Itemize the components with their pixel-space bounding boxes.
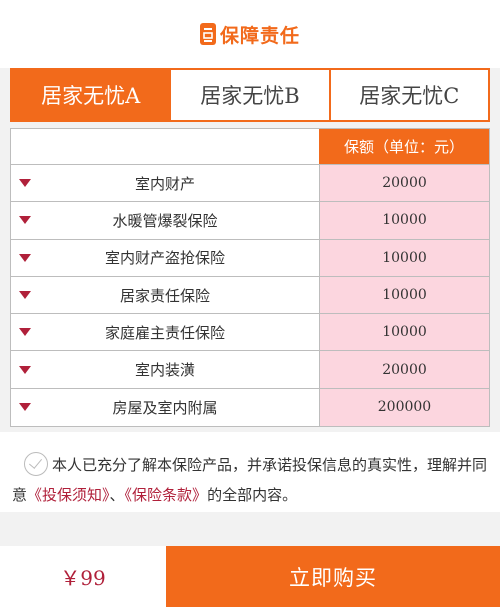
coverage-item-toggle[interactable]: 室内财产盗抢保险 [11,240,319,276]
table-body: 室内财产 20000 水暖管爆裂保险 10000 室内财产盗抢保险 10000 居家责任保险… [11,165,489,427]
expand-arrow-icon [19,216,31,225]
terms-link[interactable]: 《保险条款》 [125,486,208,504]
tab-plan-a[interactable]: 居家无忧A [12,70,170,120]
expand-arrow-icon [19,365,31,374]
agreement-text-end: 的全部内容。 [207,486,298,504]
table-header-blank [11,129,319,164]
table-row: 房屋及室内附属 200000 [11,388,489,427]
agreement-separator: 、 [109,486,125,504]
coverage-item-toggle[interactable]: 室内装潢 [11,351,319,387]
coverage-item-name: 室内财产 [134,174,195,193]
table-row: 室内装潢 20000 [11,351,489,389]
coverage-item-name: 水暖管爆裂保险 [112,211,218,230]
expand-arrow-icon [19,179,31,188]
plan-tabs: 居家无忧A 居家无忧B 居家无忧C [10,68,490,122]
table-header: 保额（单位：元） [11,129,489,165]
coverage-amount: 200000 [319,388,489,427]
coverage-amount: 10000 [319,202,489,239]
coverage-item-name: 家庭雇主责任保险 [104,323,225,342]
agree-checkbox[interactable] [24,451,48,476]
coverage-amount: 10000 [319,314,489,351]
expand-arrow-icon [19,291,31,300]
coverage-amount: 20000 [319,165,489,202]
coverage-item-name: 室内装潢 [134,361,195,380]
coverage-table: 保额（单位：元） 室内财产 20000 水暖管爆裂保险 10000 室内财产盗抢保险 10… [10,128,490,428]
tab-plan-c[interactable]: 居家无忧C [328,70,488,120]
coverage-amount: 20000 [319,351,489,388]
coverage-item-toggle[interactable]: 家庭雇主责任保险 [11,314,319,350]
coverage-item-name: 房屋及室内附属 [112,398,218,417]
coverage-amount: 10000 [319,239,489,276]
page-title: 保障责任 [219,24,300,47]
coverage-item-toggle[interactable]: 室内财产 [11,165,319,201]
table-row: 水暖管爆裂保险 10000 [11,202,489,240]
amount-column-header: 保额（单位：元） [319,129,489,164]
notice-link[interactable]: 《投保须知》 [27,486,110,504]
coverage-item-name: 室内财产盗抢保险 [104,249,225,268]
coverage-item-toggle[interactable]: 水暖管爆裂保险 [11,202,319,238]
expand-arrow-icon [19,403,31,412]
header-inner: 保障责任 [199,21,300,48]
expand-arrow-icon [19,328,31,337]
coverage-item-name: 居家责任保险 [119,286,210,305]
document-icon [199,23,216,45]
price-label: ￥99 [60,566,106,590]
coverage-item-toggle[interactable]: 居家责任保险 [11,277,319,313]
purchase-bar: ￥99 立即购买 [0,546,500,607]
tab-plan-b[interactable]: 居家无忧B [169,70,328,120]
buy-now-button[interactable]: 立即购买 [166,546,500,607]
expand-arrow-icon [19,253,31,262]
coverage-item-toggle[interactable]: 房屋及室内附属 [11,389,319,426]
table-row: 室内财产盗抢保险 10000 [11,239,489,277]
coverage-amount: 10000 [319,276,489,314]
table-row: 家庭雇主责任保险 10000 [11,314,489,352]
table-row: 室内财产 20000 [11,165,489,203]
agreement-section: 本人已充分了解本保险产品，并承诺投保信息的真实性，理解并同意《投保须知》、《保险… [0,432,500,512]
page-header: 保障责任 [0,0,500,68]
table-row: 居家责任保险 10000 [11,276,489,315]
